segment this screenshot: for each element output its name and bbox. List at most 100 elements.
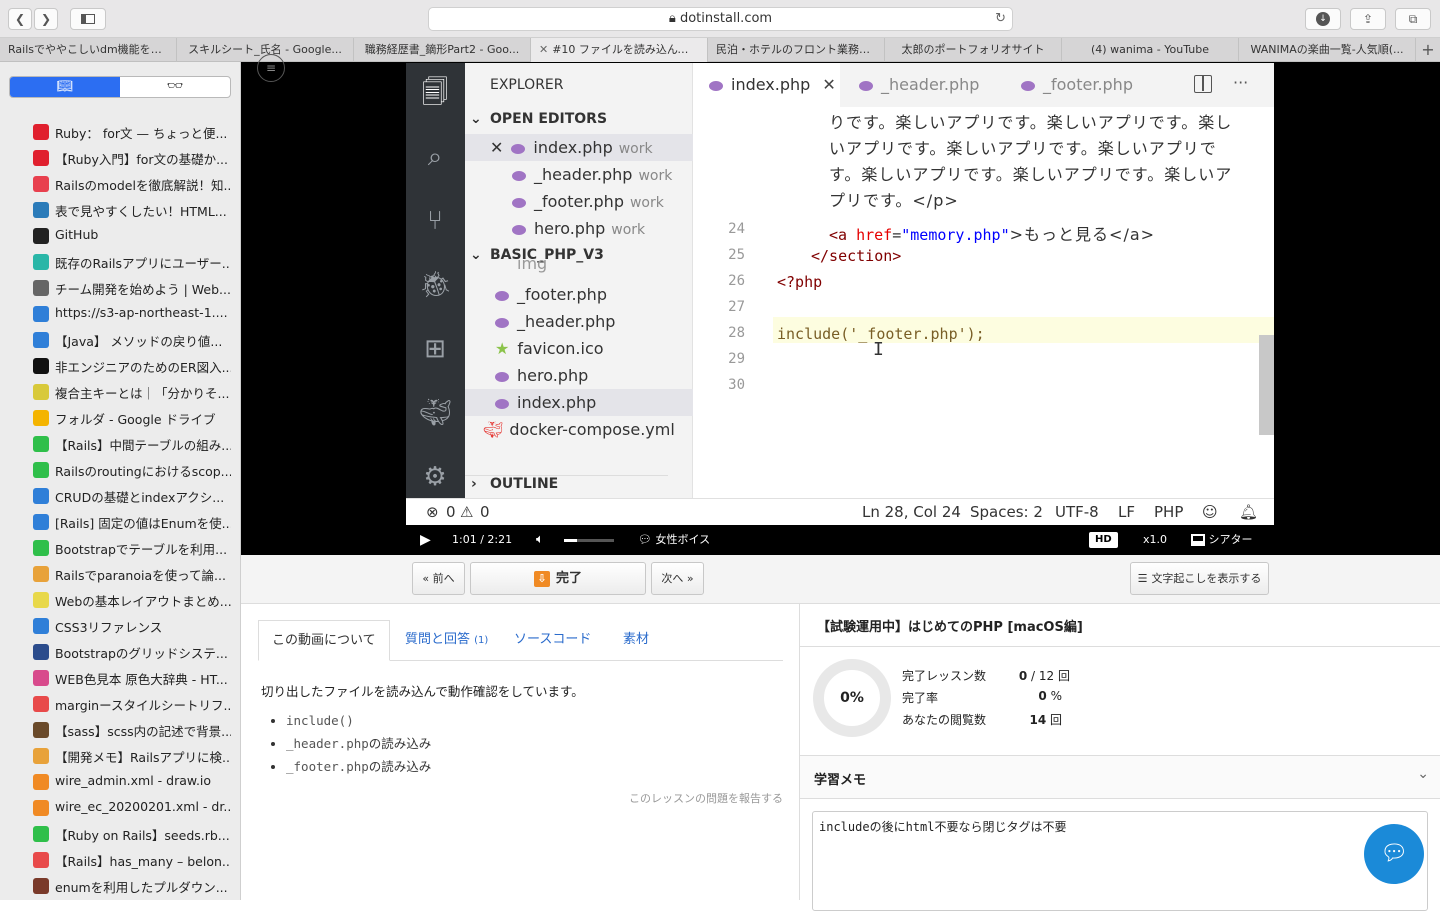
bookmarks-tab[interactable]: 📖︎	[10, 77, 120, 97]
tab-materials[interactable]: 素材	[623, 620, 649, 661]
bookmark-item[interactable]: Railsのmodelを徹底解説！知...	[55, 175, 231, 194]
chevron-down-icon[interactable]: ⌄	[1417, 766, 1429, 782]
bookmark-item[interactable]: GitHub	[55, 227, 231, 242]
memo-textarea[interactable]: includeの後にhtml不要なら閉じタグは不要	[812, 811, 1428, 911]
forward-button[interactable]: ❯	[34, 8, 58, 30]
reading-list-tab[interactable]: 👓︎	[120, 77, 230, 97]
prev-button[interactable]: « 前へ	[412, 562, 465, 595]
browser-tab[interactable]: 職務経歴書_鏑形Part2 - Goo...	[354, 38, 531, 62]
warning-icon: ⚠	[460, 503, 474, 521]
bookmark-favicon-icon	[33, 878, 49, 894]
bookmark-favicon-icon	[33, 124, 49, 140]
bookmark-item[interactable]: 既存のRailsアプリにユーザー...	[55, 253, 231, 272]
bookmark-item[interactable]: 複合主キーとは｜「分かりそ...	[55, 383, 231, 402]
outline-header: › OUTLINE	[465, 475, 668, 492]
line-number: 25	[728, 247, 745, 263]
bookmark-item[interactable]: wire_ec_20200201.xml - dr...	[55, 799, 231, 814]
indent-setting: Spaces: 2	[970, 503, 1043, 521]
bookmark-item[interactable]: Ruby： for文 — ちょっと便...	[55, 123, 231, 142]
bookmark-item[interactable]: Webの基本レイアウトまとめ...	[55, 591, 231, 610]
topic-item: include()	[286, 709, 431, 732]
volume-slider[interactable]	[564, 539, 614, 542]
bookmark-item[interactable]: Bootstrapでテーブルを利用...	[55, 539, 231, 558]
bookmark-favicon-icon	[33, 566, 49, 582]
address-bar[interactable]: 🔒︎ dotinstall.com ↻	[428, 7, 1013, 31]
download-icon: ↓	[1316, 12, 1330, 26]
bookmark-item[interactable]: CRUDの基礎とindexアクシ...	[55, 487, 231, 506]
open-editor-item: _footer.php work	[465, 188, 693, 215]
browser-tab-active[interactable]: ✕ #10 ファイルを読み込んでみよ...	[531, 38, 708, 62]
tab-source[interactable]: ソースコード	[514, 620, 591, 661]
extensions-icon: ⊞	[424, 334, 446, 364]
bookmark-item[interactable]: 【sass】scss内の記述で背景...	[55, 721, 231, 740]
share-button[interactable]: ⇪	[1350, 8, 1386, 30]
tab-bar: Railsでややこしいdm機能を1... スキルシート_氏名 - Google.…	[0, 38, 1440, 62]
bookmark-item[interactable]: [Rails] 固定の値はEnumを使...	[55, 513, 231, 532]
bookmark-item[interactable]: チーム開発を始めよう | Web...	[55, 279, 231, 298]
volume-icon[interactable]: 🔈︎	[536, 525, 544, 555]
php-icon	[512, 224, 526, 235]
debug-icon: 🐞︎	[419, 270, 453, 300]
bookmark-item[interactable]: Bootstrapのグリッドシステ...	[55, 643, 231, 662]
lesson-nav: « 前へ ⇩ 完了 次へ » ☰ 文字起こしを表示する	[241, 555, 1440, 604]
browser-tab[interactable]: 民泊・ホテルのフロント業務す...	[708, 38, 885, 62]
downloads-button[interactable]: ↓	[1305, 8, 1341, 30]
sidebar-toggle-button[interactable]	[70, 8, 106, 30]
bookmark-item[interactable]: Railsでparanoiaを使って論...	[55, 565, 231, 584]
browser-tab[interactable]: WANIMAの楽曲一覧-人気順(...	[1239, 38, 1416, 62]
book-icon: 📖︎	[56, 79, 74, 94]
menu-icon[interactable]: ≡	[257, 54, 285, 82]
bookmark-item[interactable]: WEB色見本 原色大辞典 - HT...	[55, 669, 231, 688]
course-panel: 【試験運用中】はじめてのPHP [macOS編] 0% 完了レッスン数 0 / …	[799, 604, 1440, 911]
bookmark-item[interactable]: 【Rails】中間テーブルの組み...	[55, 435, 231, 454]
complete-button[interactable]: ⇩ 完了	[470, 562, 646, 595]
browser-tab[interactable]: Railsでややこしいdm機能を1...	[0, 38, 177, 62]
bookmark-item[interactable]: フォルダ - Google ドライブ	[55, 409, 231, 428]
memo-header[interactable]: 学習メモ ⌄	[800, 755, 1440, 799]
bookmark-item[interactable]: enumを利用したプルダウン...	[55, 877, 231, 896]
next-button[interactable]: 次へ »	[651, 562, 704, 595]
bookmark-item[interactable]: 表で見やすくしたい！HTML...	[55, 201, 231, 220]
transcript-button[interactable]: ☰ 文字起こしを表示する	[1130, 562, 1269, 595]
bookmark-item[interactable]: 【開発メモ】Railsアプリに検...	[55, 747, 231, 766]
voice-toggle[interactable]: 💬︎ 女性ボイス	[638, 525, 710, 555]
browser-tab[interactable]: (4) wanima - YouTube	[1062, 38, 1239, 62]
tab-about[interactable]: この動画について	[258, 620, 390, 661]
report-link[interactable]: このレッスンの問題を報告する	[629, 790, 783, 806]
scrollbar	[1259, 335, 1274, 435]
bookmark-item[interactable]: wire_admin.xml - draw.io	[55, 773, 231, 788]
php-icon	[512, 170, 526, 181]
php-icon	[495, 398, 509, 409]
chat-button[interactable]: 💬︎	[1364, 824, 1424, 884]
folder-item: img	[517, 260, 548, 273]
bookmark-favicon-icon	[33, 748, 49, 764]
reload-icon[interactable]: ↻	[995, 8, 1006, 30]
new-tab-button[interactable]: +	[1416, 38, 1440, 61]
course-title: 【試験運用中】はじめてのPHP [macOS編]	[817, 620, 1083, 635]
back-button[interactable]: ❮	[8, 8, 32, 30]
bookmark-favicon-icon	[33, 332, 49, 348]
browser-tab[interactable]: 太郎のポートフォリオサイト	[885, 38, 1062, 62]
hd-badge[interactable]: HD	[1089, 532, 1118, 548]
bookmark-item[interactable]: Railsのroutingにおけるscop...	[55, 461, 231, 480]
speed-button[interactable]: x1.0	[1143, 525, 1167, 555]
editor-screenshot: 🗐︎ ⌕ ⑂ 🐞︎ ⊞ 🐳︎ ⚙ EXPLORER ⌄ OPEN EDITORS …	[406, 63, 1274, 525]
error-count: 0	[446, 503, 456, 521]
bookmark-item[interactable]: https://s3-ap-northeast-1....	[55, 305, 231, 320]
bookmark-item[interactable]: marginースタイルシートリフ...	[55, 695, 231, 714]
tab-qa[interactable]: 質問と回答 (1)	[405, 620, 488, 661]
bookmark-favicon-icon	[33, 488, 49, 504]
bookmark-item[interactable]: CSS3リファレンス	[55, 617, 231, 636]
tab-overview-button[interactable]: ⧉	[1395, 8, 1431, 30]
play-icon[interactable]: ▶	[420, 525, 431, 555]
bookmark-item[interactable]: 【Ruby入門】for文の基礎か...	[55, 149, 231, 168]
code-line-25: </section>	[811, 247, 902, 265]
bookmark-item[interactable]: 非エンジニアのためのER図入...	[55, 357, 231, 376]
bookmark-item[interactable]: 【Java】 メソッドの戻り値...	[55, 331, 231, 350]
bookmark-item[interactable]: 【Ruby on Rails】seeds.rb...	[55, 825, 231, 844]
bookmark-item[interactable]: 【Rails】has_many – belon...	[55, 851, 231, 870]
bookmark-favicon-icon	[33, 280, 49, 296]
code-text: す。楽しいアプリです。楽しいアプリです。楽しいア	[829, 165, 1233, 184]
theater-button[interactable]: シアター	[1191, 525, 1253, 555]
close-tab-icon[interactable]: ✕	[539, 43, 548, 56]
